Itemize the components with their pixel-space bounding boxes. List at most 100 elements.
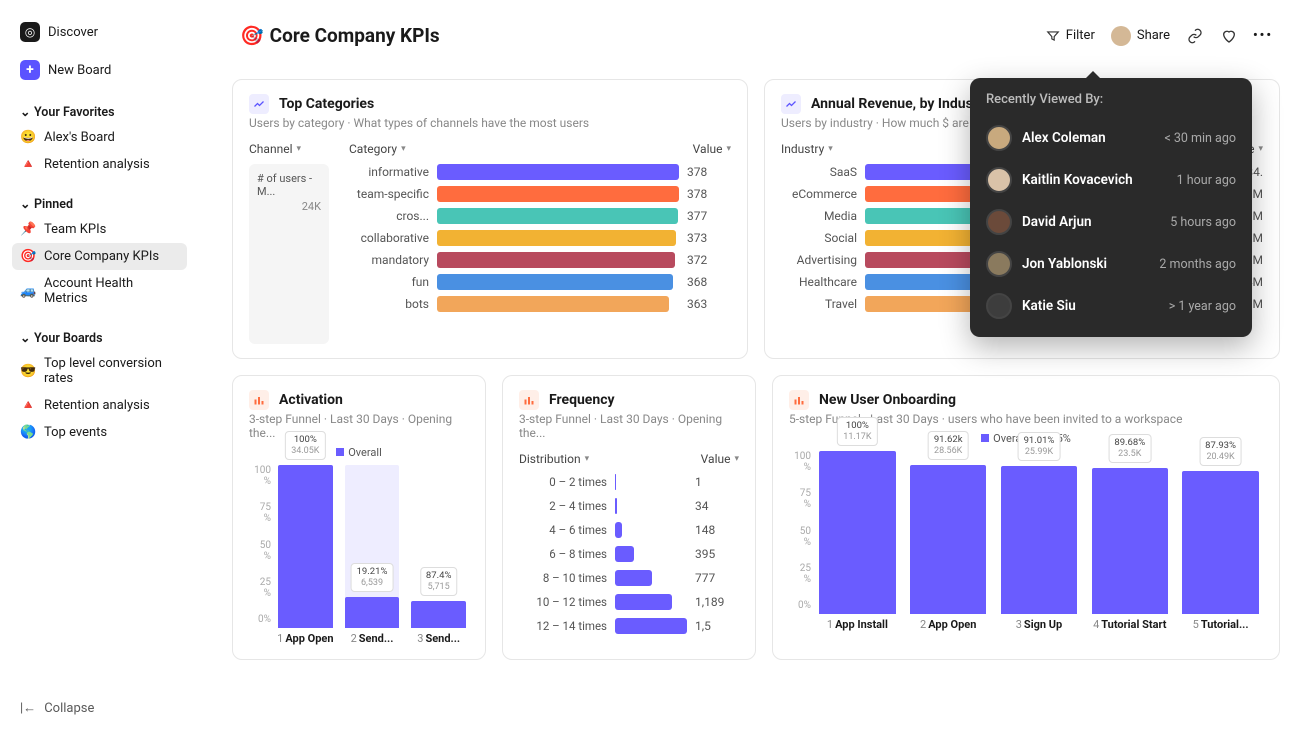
avatar	[986, 293, 1012, 319]
item-label: Top events	[44, 425, 107, 440]
item-label: Core Company KPIs	[44, 249, 159, 264]
sidebar-item-pinned[interactable]: 🎯Core Company KPIs	[12, 243, 187, 270]
bar-track	[615, 570, 687, 586]
sidebar-item-board[interactable]: 🔺Retention analysis	[12, 392, 187, 419]
item-label: Retention analysis	[44, 157, 150, 172]
bar-row[interactable]: collaborative 373	[337, 230, 731, 246]
bar-row[interactable]: 12 – 14 times 1,5	[519, 618, 739, 634]
viewer-row[interactable]: Jon Yablonski 2 months ago	[986, 243, 1236, 285]
funnel-bar[interactable]: 19.21%6,539 2Send...	[342, 465, 403, 645]
viewer-name: Jon Yablonski	[1022, 256, 1149, 272]
card-title: Activation	[279, 392, 343, 408]
boards-header[interactable]: ⌄ Your Boards	[12, 326, 187, 350]
col-channel[interactable]: Channel▾	[249, 142, 329, 156]
sidebar-item-pinned[interactable]: 📌Team KPIs	[12, 216, 187, 243]
avatar	[986, 209, 1012, 235]
card-onboarding: New User Onboarding 5-step Funnel · Last…	[772, 375, 1280, 660]
bar-value: 1	[695, 475, 739, 489]
sidebar-item-favorite[interactable]: 😀 Alex's Board	[12, 124, 187, 151]
favorite-button[interactable]	[1220, 27, 1238, 45]
chevron-down-icon: ⌄	[20, 196, 30, 212]
bar-value: 368	[687, 275, 731, 289]
bar-row[interactable]: informative 378	[337, 164, 731, 180]
bar-row[interactable]: 8 – 10 times 777	[519, 570, 739, 586]
bar-xlabel: 2App Open	[920, 618, 976, 631]
card-title: Annual Revenue, by Industry	[811, 96, 990, 112]
bar-value: 363	[687, 297, 731, 311]
bar-label: 2 – 4 times	[519, 499, 607, 513]
bar-value: 395	[695, 547, 739, 561]
bar-row[interactable]: mandatory 372	[337, 252, 731, 268]
bar-xlabel: 3Sign Up	[1016, 618, 1063, 631]
item-emoji: 😀	[20, 130, 36, 145]
funnel-bar[interactable]: 91.62k28.56K 2App Open	[906, 451, 991, 631]
bar-tooltip: 100%11.17K	[837, 417, 877, 446]
pinned-header[interactable]: ⌄ Pinned	[12, 192, 187, 216]
avatar	[986, 125, 1012, 151]
col-distribution[interactable]: Distribution▾	[519, 452, 607, 466]
legend: Overall	[249, 446, 469, 459]
collapse-button[interactable]: |← Collapse	[12, 694, 187, 722]
bar-row[interactable]: 6 – 8 times 395	[519, 546, 739, 562]
bar-row[interactable]: bots 363	[337, 296, 731, 312]
bar-label: Advertising	[781, 253, 857, 267]
bar-row[interactable]: 0 – 2 times 1	[519, 474, 739, 490]
favorites-header[interactable]: ⌄ Your Favorites	[12, 100, 187, 124]
viewer-row[interactable]: Alex Coleman < 30 min ago	[986, 117, 1236, 159]
viewer-row[interactable]: Kaitlin Kovacevich 1 hour ago	[986, 159, 1236, 201]
item-label: Retention analysis	[44, 398, 150, 413]
col-category[interactable]: Category▾	[349, 142, 441, 156]
bar-value: 378	[687, 165, 731, 179]
bar-track	[437, 252, 679, 268]
bar-value: 372	[687, 253, 731, 267]
funnel-bar[interactable]: 87.4%5,715 3Send...	[408, 465, 469, 645]
more-button[interactable]: •••	[1254, 27, 1272, 45]
chart-icon	[249, 94, 269, 114]
sidebar-item-favorite[interactable]: 🔺Retention analysis	[12, 151, 187, 178]
bar-label: Travel	[781, 297, 857, 311]
share-button[interactable]: Share	[1111, 26, 1170, 46]
sidebar-item-board[interactable]: 😎Top level conversion rates	[12, 350, 187, 392]
bar-track	[437, 274, 679, 290]
col-industry[interactable]: Industry▾	[781, 142, 857, 156]
bar-fill	[437, 252, 675, 268]
funnel-bar[interactable]: 91.01%25.99K 3Sign Up	[997, 451, 1082, 631]
bar-row[interactable]: 2 – 4 times 34	[519, 498, 739, 514]
bar-track	[437, 230, 679, 246]
filter-button[interactable]: Filter	[1046, 28, 1095, 43]
filter-icon	[1046, 29, 1060, 43]
viewer-row[interactable]: Katie Siu > 1 year ago	[986, 285, 1236, 327]
link-button[interactable]	[1186, 27, 1204, 45]
bar-row[interactable]: fun 368	[337, 274, 731, 290]
viewer-time: > 1 year ago	[1169, 299, 1236, 314]
sidebar-item-board[interactable]: 🌎Top events	[12, 419, 187, 446]
collapse-icon: |←	[20, 700, 36, 716]
col-value[interactable]: Value▾	[461, 142, 731, 156]
bar-tooltip: 89.68%23.5K	[1108, 434, 1151, 463]
dimension-box[interactable]: # of users - M... 24K	[249, 164, 329, 344]
item-emoji: 😎	[20, 364, 36, 379]
bar-xlabel: 1App Open	[277, 632, 333, 645]
chevron-down-icon: ▾	[828, 144, 833, 154]
viewer-row[interactable]: David Arjun 5 hours ago	[986, 201, 1236, 243]
bar-row[interactable]: team-specific 378	[337, 186, 731, 202]
bar-row[interactable]: cros... 377	[337, 208, 731, 224]
card-subtitle: 3-step Funnel · Last 30 Days · Opening t…	[249, 412, 469, 440]
bar-label: 8 – 10 times	[519, 571, 607, 585]
bar-value: 1,5	[695, 619, 739, 633]
bar-row[interactable]: 10 – 12 times 1,189	[519, 594, 739, 610]
sidebar-item-pinned[interactable]: 🚙Account Health Metrics	[12, 270, 187, 312]
discover-nav[interactable]: ◎ Discover	[12, 16, 187, 48]
funnel-bar[interactable]: 100%34.05K 1App Open	[275, 465, 336, 645]
item-label: Alex's Board	[44, 130, 115, 145]
bar-tooltip: 91.01%25.99K	[1018, 432, 1061, 461]
bar-label: eCommerce	[781, 187, 857, 201]
card-title: Frequency	[549, 392, 615, 408]
funnel-bar[interactable]: 89.68%23.5K 4Tutorial Start	[1087, 451, 1172, 631]
col-value[interactable]: Value▾	[627, 452, 739, 466]
bar-row[interactable]: 4 – 6 times 148	[519, 522, 739, 538]
funnel-bar[interactable]: 100%11.17K 1App Install	[815, 451, 900, 631]
sidebar: ◎ Discover + New Board ⌄ Your Favorites …	[0, 0, 200, 738]
funnel-bar[interactable]: 87.93%20.49K 5Tutorial...	[1178, 451, 1263, 631]
new-board-button[interactable]: + New Board	[12, 54, 187, 86]
